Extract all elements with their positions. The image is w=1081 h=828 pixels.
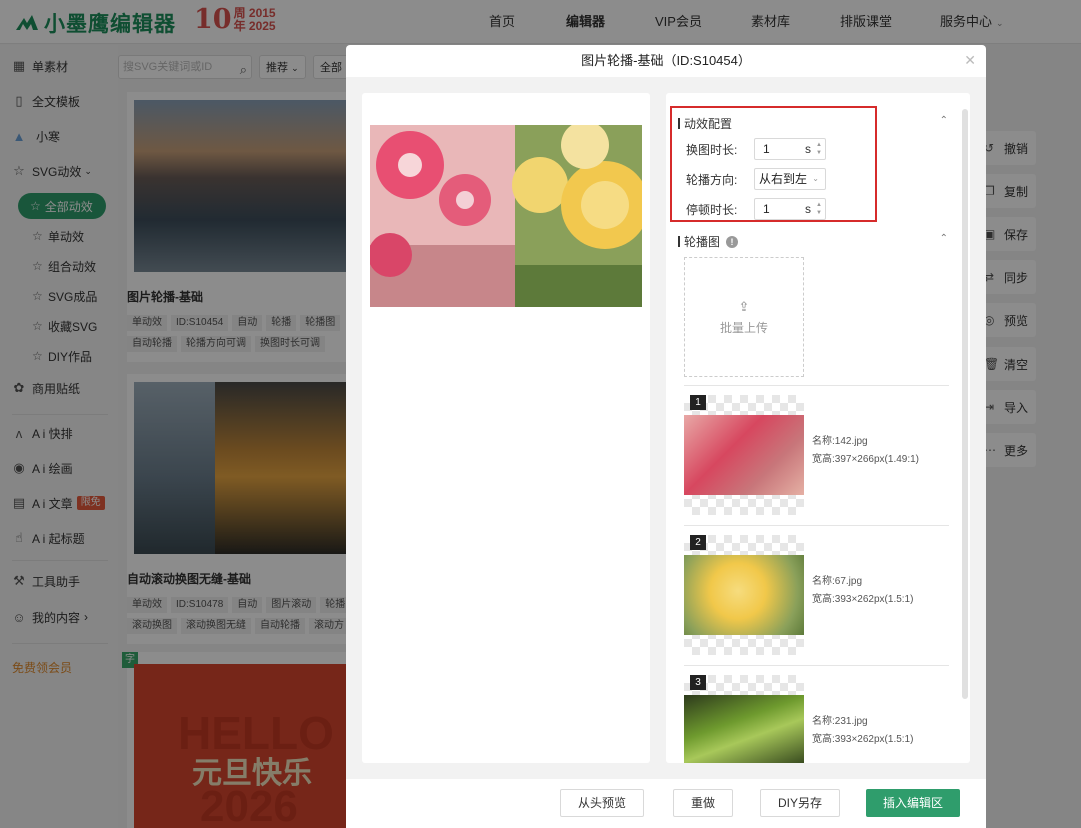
direction-label: 轮播方向:: [686, 172, 738, 187]
insert-editor-button[interactable]: 插入编辑区: [866, 789, 960, 817]
direction-row: 轮播方向: 从右到左 ⌄: [686, 168, 826, 190]
section-marker: [678, 236, 680, 247]
section-marker: [678, 118, 680, 129]
pause-duration-input[interactable]: 1 s ▲ ▼: [754, 198, 826, 220]
size-label: 宽高:: [812, 594, 835, 605]
name-label: 名称:: [812, 576, 835, 587]
preview-panel: [362, 93, 650, 763]
info-icon[interactable]: !: [726, 235, 739, 248]
slide-dimensions: 393×262px(1.5:1): [834, 734, 914, 745]
unit-label: s: [805, 142, 811, 156]
collapse-icon[interactable]: ⌃: [940, 233, 948, 244]
collapse-icon[interactable]: ⌃: [940, 115, 948, 126]
slide-number: 3: [690, 675, 706, 690]
config-panel: 动效配置 ⌃ 换图时长: 1 s ▲ ▼ 轮播方向: 从右到左 ⌄ 停顿时长: 1 s ▲ ▼…: [666, 93, 970, 763]
carousel-images-header[interactable]: 轮播图!: [678, 233, 739, 250]
divider: [684, 525, 949, 526]
redo-button[interactable]: 重做: [673, 789, 733, 817]
slide-meta: 名称:142.jpg 宽高:397×266px(1.49:1): [812, 433, 919, 469]
slide-image[interactable]: [684, 535, 804, 655]
switch-duration-value: 1: [763, 142, 770, 156]
slide-filename: 67.jpg: [834, 576, 863, 587]
dialog-body: 动效配置 ⌃ 换图时长: 1 s ▲ ▼ 轮播方向: 从右到左 ⌄ 停顿时长: 1 s ▲ ▼…: [346, 77, 986, 779]
carousel-config-dialog: 图片轮播-基础（ID:S10454） ✕ 动效配置 ⌃ 换图时长: 1 s ▲ …: [346, 45, 986, 828]
size-label: 宽高:: [812, 454, 835, 465]
slide-dimensions: 397×266px(1.49:1): [834, 454, 920, 465]
slide-filename: 142.jpg: [834, 436, 868, 447]
replay-preview-button[interactable]: 从头预览: [560, 789, 644, 817]
carousel-images-title: 轮播图: [684, 235, 721, 249]
save-diy-button[interactable]: DIY另存: [760, 789, 840, 817]
slide-thumbnail: [684, 415, 804, 495]
effect-config-header[interactable]: 动效配置: [678, 115, 732, 132]
name-label: 名称:: [812, 716, 835, 727]
divider: [684, 385, 949, 386]
pause-duration-value: 1: [763, 202, 770, 216]
chevron-down-icon: ⌄: [812, 174, 819, 183]
carousel-preview: [370, 125, 642, 307]
dialog-footer: 从头预览 重做 DIY另存 插入编辑区: [346, 779, 986, 828]
direction-value: 从右到左: [759, 172, 808, 186]
stepper-icon[interactable]: ▲ ▼: [815, 201, 823, 217]
batch-upload-button[interactable]: ⇪ 批量上传: [684, 257, 804, 377]
slide-filename: 231.jpg: [834, 716, 868, 727]
effect-config-title: 动效配置: [684, 117, 733, 131]
slide-dimensions: 393×262px(1.5:1): [834, 594, 914, 605]
slide-meta: 名称:67.jpg 宽高:393×262px(1.5:1): [812, 573, 913, 609]
direction-select[interactable]: 从右到左 ⌄: [754, 168, 826, 190]
pause-duration-label: 停顿时长:: [686, 202, 738, 217]
stepper-icon[interactable]: ▲ ▼: [815, 141, 823, 157]
upload-icon: ⇪: [738, 298, 750, 314]
switch-duration-input[interactable]: 1 s ▲ ▼: [754, 138, 826, 160]
scrollbar[interactable]: [962, 109, 968, 699]
pause-duration-row: 停顿时长: 1 s ▲ ▼: [686, 198, 826, 220]
batch-upload-label: 批量上传: [719, 320, 768, 335]
switch-duration-row: 换图时长: 1 s ▲ ▼: [686, 138, 826, 160]
slide-meta: 名称:231.jpg 宽高:393×262px(1.5:1): [812, 713, 913, 749]
slide-image[interactable]: [684, 395, 804, 515]
slide-thumbnail: [684, 695, 804, 763]
slide-thumbnail: [684, 555, 804, 635]
size-label: 宽高:: [812, 734, 835, 745]
name-label: 名称:: [812, 436, 835, 447]
slide-number: 1: [690, 395, 706, 410]
slide-number: 2: [690, 535, 706, 550]
carousel-preview-image: [370, 125, 642, 307]
close-icon[interactable]: ✕: [964, 52, 976, 69]
dialog-title: 图片轮播-基础（ID:S10454）: [581, 53, 751, 68]
switch-duration-label: 换图时长:: [686, 142, 738, 157]
unit-label: s: [805, 202, 811, 216]
divider: [684, 665, 949, 666]
